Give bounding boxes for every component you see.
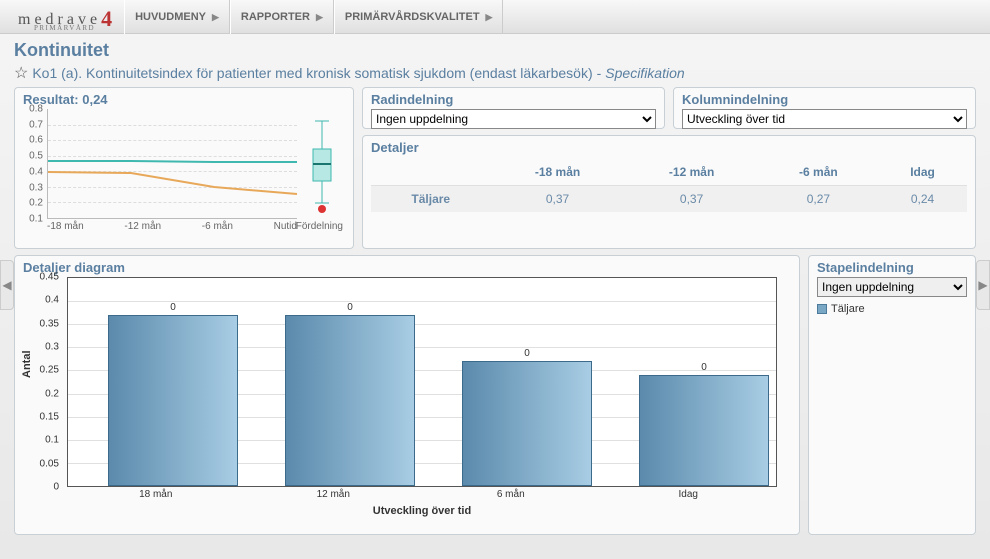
x-tick: -18 mån <box>47 221 84 232</box>
logo-subtitle: PRIMÄRVÅRD <box>34 24 95 32</box>
specification-link[interactable]: Specifikation <box>605 65 684 81</box>
boxplot-label: Fördelning <box>296 221 343 232</box>
radindelning-title: Radindelning <box>371 92 656 107</box>
chevron-right-icon: ▶ <box>486 0 493 34</box>
bar-idag: 0 <box>639 375 769 486</box>
table-header: -6 mån <box>759 159 878 186</box>
table-header: -18 mån <box>491 159 625 186</box>
kolumnindelning-title: Kolumnindelning <box>682 92 967 107</box>
boxplot <box>301 109 343 219</box>
diagram-title: Detaljer diagram <box>23 260 791 275</box>
table-cell: 0,24 <box>878 186 967 213</box>
bar-value: 0 <box>286 302 414 313</box>
nav-huvudmeny[interactable]: HUVUDMENY▶ <box>124 0 230 34</box>
mini-line-chart: 0.8 0.7 0.6 0.5 0.4 0.3 0.2 0.1 <box>23 109 343 239</box>
page-subtitle: Ko1 (a). Kontinuitetsindex för patienter… <box>32 65 592 81</box>
y-tick: 0.1 <box>29 214 43 225</box>
detaljer-table: -18 mån -12 mån -6 mån Idag Täljare 0,37… <box>371 159 967 212</box>
bar-value: 0 <box>109 302 237 313</box>
y-tick: 0.15 <box>40 412 59 423</box>
bar-x-axis: 18 mån 12 mån 6 mån Idag <box>67 489 777 500</box>
y-tick: 0.7 <box>29 119 43 130</box>
radindelning-panel: Radindelning Ingen uppdelning <box>362 87 665 129</box>
y-tick: 0.4 <box>29 166 43 177</box>
chevron-right-icon: ▶ <box>316 0 323 34</box>
page-title: Kontinuitet <box>14 40 976 61</box>
y-tick: 0.35 <box>40 318 59 329</box>
resultat-panel: Resultat: 0,24 0.8 0.7 0.6 0.5 0.4 0.3 0… <box>14 87 354 249</box>
bar-value: 0 <box>640 362 768 373</box>
detaljer-title: Detaljer <box>371 140 967 155</box>
table-cell: 0,27 <box>759 186 878 213</box>
y-tick: 0.8 <box>29 104 43 115</box>
bar-xlabel: Utveckling över tid <box>67 505 777 517</box>
legend-label: Täljare <box>831 303 865 315</box>
top-nav: medrave4 PRIMÄRVÅRD HUVUDMENY▶ RAPPORTER… <box>0 0 990 34</box>
side-expand-left[interactable]: ◀ <box>0 260 14 310</box>
stapel-select[interactable]: Ingen uppdelning <box>817 277 967 297</box>
x-tick: 6 mån <box>422 489 600 500</box>
bar-chart: Antal 0.45 0.4 0.35 0.3 0.25 0.2 0.15 0.… <box>23 277 783 527</box>
nav-label: RAPPORTER <box>241 0 310 34</box>
side-expand-right[interactable]: ▶ <box>976 260 990 310</box>
mini-plot-area <box>47 109 297 219</box>
y-tick: 0.2 <box>29 198 43 209</box>
x-tick: -12 mån <box>124 221 161 232</box>
kolumnindelning-select[interactable]: Utveckling över tid <box>682 109 967 129</box>
table-cell: 0,37 <box>491 186 625 213</box>
table-header: Idag <box>878 159 967 186</box>
nav-rapporter[interactable]: RAPPORTER▶ <box>230 0 334 34</box>
table-header: -12 mån <box>625 159 759 186</box>
y-tick: 0.05 <box>40 458 59 469</box>
y-tick: 0.6 <box>29 135 43 146</box>
stapel-title: Stapelindelning <box>817 260 967 275</box>
y-tick: 0.25 <box>40 365 59 376</box>
nav-label: HUVUDMENY <box>135 0 206 34</box>
table-header <box>371 159 491 186</box>
favorite-star-icon[interactable]: ☆ <box>14 63 28 83</box>
separator: - <box>597 65 602 81</box>
bar-value: 0 <box>463 348 591 359</box>
y-tick: 0 <box>53 482 59 493</box>
row-label: Täljare <box>371 186 491 213</box>
diagram-panel: Detaljer diagram Antal 0.45 0.4 0.35 0.3… <box>14 255 800 535</box>
y-tick: 0.3 <box>29 182 43 193</box>
x-tick: 18 mån <box>67 489 245 500</box>
table-cell: 0,37 <box>625 186 759 213</box>
mini-y-axis: 0.8 0.7 0.6 0.5 0.4 0.3 0.2 0.1 <box>23 109 45 219</box>
x-tick: Idag <box>600 489 778 500</box>
detaljer-panel: Detaljer -18 mån -12 mån -6 mån Idag Täl… <box>362 135 976 249</box>
y-tick: 0.1 <box>45 435 59 446</box>
resultat-title: Resultat: 0,24 <box>23 92 345 107</box>
stapel-panel: Stapelindelning Ingen uppdelning Täljare <box>808 255 976 535</box>
mini-x-axis: -18 mån -12 mån -6 mån Nutid <box>47 221 297 232</box>
y-tick: 0.2 <box>45 388 59 399</box>
x-tick: 12 mån <box>245 489 423 500</box>
kolumnindelning-panel: Kolumnindelning Utveckling över tid <box>673 87 976 129</box>
y-tick: 0.45 <box>40 272 59 283</box>
bar-y-axis: 0.45 0.4 0.35 0.3 0.25 0.2 0.15 0.1 0.05… <box>23 277 63 487</box>
x-tick: -6 mån <box>202 221 233 232</box>
legend-color-icon <box>817 304 827 314</box>
radindelning-select[interactable]: Ingen uppdelning <box>371 109 656 129</box>
table-row: Täljare 0,37 0,37 0,27 0,24 <box>371 186 967 213</box>
bar-12man: 0 <box>285 315 415 486</box>
y-tick: 0.3 <box>45 341 59 352</box>
app-logo: medrave4 PRIMÄRVÅRD <box>0 4 124 30</box>
x-tick: Nutid <box>274 221 297 232</box>
bar-plot-area: 0 0 0 0 <box>67 277 777 487</box>
y-tick: 0.5 <box>29 151 43 162</box>
nav-primarvardskvalitet[interactable]: PRIMÄRVÅRDSKVALITET▶ <box>334 0 504 34</box>
logo-four-icon: 4 <box>101 6 112 31</box>
chevron-right-icon: ▶ <box>212 0 219 34</box>
bar-6man: 0 <box>462 361 592 486</box>
legend-item: Täljare <box>817 303 967 315</box>
nav-label: PRIMÄRVÅRDSKVALITET <box>345 0 480 34</box>
bar-18man: 0 <box>108 315 238 486</box>
y-tick: 0.4 <box>45 295 59 306</box>
